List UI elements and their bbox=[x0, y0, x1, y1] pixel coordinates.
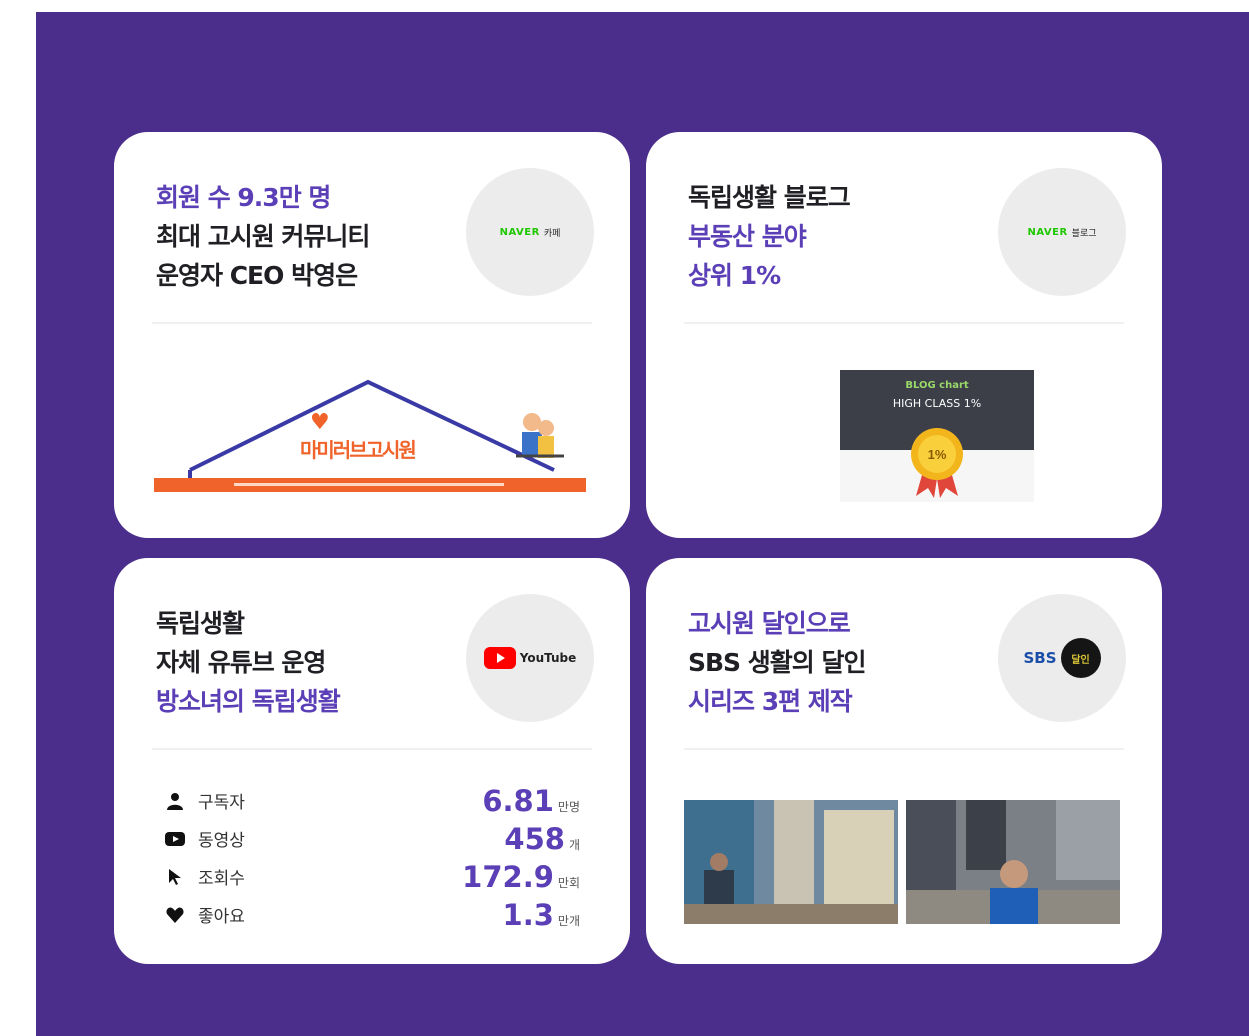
card-headline: 고시원 달인으로 SBS 생활의 달인 시리즈 3편 제작 bbox=[688, 604, 988, 721]
badge-label: 블로그 bbox=[1071, 228, 1097, 239]
stat-row: 동영상 458 개 bbox=[164, 822, 580, 860]
card-community: 회원 수 9.3만 명 최대 고시원 커뮤니티 운영자 CEO 박영은 NAVE… bbox=[114, 132, 630, 538]
stat-value: 172.9 bbox=[462, 860, 554, 894]
naver-cafe-icon: NAVER 카페 bbox=[466, 168, 594, 296]
badge-brand: NAVER bbox=[499, 226, 540, 238]
card-blog: 독립생활 블로그 부동산 분야 상위 1% NAVER 블로그 BLOG cha… bbox=[646, 132, 1162, 538]
stat-row: 좋아요 1.3 만개 bbox=[164, 898, 580, 936]
stat-value: 458 bbox=[504, 822, 565, 856]
headline-line: 독립생활 블로그 bbox=[688, 183, 851, 212]
headline-line: 회원 수 9.3만 명 bbox=[156, 183, 331, 212]
stat-value-group: 458 개 bbox=[504, 822, 580, 856]
stat-label: 조회수 bbox=[198, 869, 245, 889]
award-brand: BLOG chart bbox=[905, 380, 969, 391]
card-headline: 독립생활 블로그 부동산 분야 상위 1% bbox=[688, 178, 988, 295]
stat-value: 6.81 bbox=[482, 784, 554, 818]
card-headline: 독립생활 자체 유튜브 운영 방소녀의 독립생활 bbox=[156, 604, 456, 721]
medal-label: 1% bbox=[928, 447, 947, 462]
headline-line: 운영자 CEO 박영은 bbox=[156, 261, 358, 290]
headline-line: 부동산 분야 bbox=[688, 222, 807, 251]
stat-unit: 만회 bbox=[557, 876, 580, 890]
cursor-icon bbox=[164, 866, 186, 888]
heart-icon: ♥ bbox=[310, 410, 330, 435]
headline-line: 상위 1% bbox=[688, 261, 781, 290]
award-title: HIGH CLASS 1% bbox=[892, 397, 982, 410]
stat-row: 조회수 172.9 만회 bbox=[164, 860, 580, 898]
stat-label: 동영상 bbox=[198, 831, 245, 851]
headline-line: 고시원 달인으로 bbox=[688, 609, 851, 638]
badge-brand: SBS bbox=[1023, 649, 1057, 667]
headline-line: 자체 유튜브 운영 bbox=[156, 648, 326, 677]
naver-blog-icon: NAVER 블로그 bbox=[998, 168, 1126, 296]
stat-label: 좋아요 bbox=[198, 907, 245, 927]
badge-label: 카페 bbox=[543, 228, 561, 239]
person-icon bbox=[164, 790, 186, 812]
stat-unit: 만명 bbox=[557, 800, 580, 814]
channel-stats: 구독자 6.81 만명 동영상 458 개 조회수 172.9 만회 좋아요 1… bbox=[164, 784, 580, 936]
tv-scene-thumbnail-1[interactable] bbox=[684, 800, 898, 924]
illustration-title: 마미러브고시원 bbox=[300, 438, 417, 462]
stat-label-group: 동영상 bbox=[164, 826, 245, 851]
heart-icon bbox=[164, 904, 186, 926]
stat-value-group: 6.81 만명 bbox=[482, 784, 580, 818]
headline-line: SBS 생활의 달인 bbox=[688, 648, 866, 677]
stat-value: 1.3 bbox=[502, 898, 554, 932]
divider bbox=[152, 322, 592, 324]
stat-unit: 개 bbox=[568, 838, 580, 852]
badge-brand: NAVER bbox=[1027, 226, 1068, 238]
divider bbox=[152, 748, 592, 750]
stat-label-group: 구독자 bbox=[164, 788, 245, 813]
card-headline: 회원 수 9.3만 명 최대 고시원 커뮤니티 운영자 CEO 박영은 bbox=[156, 178, 456, 295]
promo-panel: 회원 수 9.3만 명 최대 고시원 커뮤니티 운영자 CEO 박영은 NAVE… bbox=[36, 12, 1249, 1036]
card-sbs: 고시원 달인으로 SBS 생활의 달인 시리즈 3편 제작 SBS 달인 bbox=[646, 558, 1162, 964]
thumbnail-strip bbox=[684, 800, 1120, 924]
headline-line: 독립생활 bbox=[156, 609, 245, 638]
show-logo: 달인 bbox=[1060, 638, 1101, 678]
headline-line: 시리즈 3편 제작 bbox=[688, 687, 853, 716]
tv-scene-thumbnail-2[interactable] bbox=[906, 800, 1120, 924]
stat-value-group: 172.9 만회 bbox=[462, 860, 580, 894]
youtube-icon: YouTube bbox=[466, 594, 594, 722]
award-certificate: BLOG chart HIGH CLASS 1% 1% bbox=[840, 370, 1034, 502]
badge-brand: YouTube bbox=[519, 651, 577, 665]
divider bbox=[684, 322, 1124, 324]
stat-value-group: 1.3 만개 bbox=[503, 898, 580, 932]
headline-line: 방소녀의 독립생활 bbox=[156, 687, 341, 716]
sbs-logo-icon: SBS 달인 bbox=[998, 594, 1126, 722]
video-icon bbox=[164, 828, 186, 850]
divider bbox=[684, 748, 1124, 750]
stat-label-group: 조회수 bbox=[164, 864, 245, 889]
headline-line: 최대 고시원 커뮤니티 bbox=[156, 222, 370, 251]
gold-medal-icon: 1% bbox=[911, 428, 963, 498]
stat-row: 구독자 6.81 만명 bbox=[164, 784, 580, 822]
card-youtube: 독립생활 자체 유튜브 운영 방소녀의 독립생활 YouTube 구독자 6.8… bbox=[114, 558, 630, 964]
stat-unit: 만개 bbox=[557, 914, 580, 928]
stat-label: 구독자 bbox=[198, 793, 245, 813]
youtube-play-icon bbox=[483, 647, 516, 669]
stat-label-group: 좋아요 bbox=[164, 902, 245, 927]
